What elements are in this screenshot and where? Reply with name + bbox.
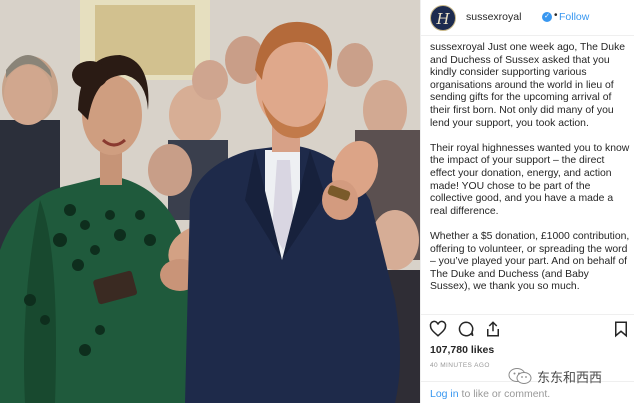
post-panel: H sussexroyal ✓ • Follow sussexroyal Jus… (420, 0, 634, 403)
comment-icon[interactable] (457, 320, 475, 338)
likes-count[interactable]: 107,780 likes (430, 344, 494, 356)
share-icon[interactable] (484, 320, 502, 338)
verified-badge-icon: ✓ (542, 12, 552, 22)
post-header: H sussexroyal ✓ • Follow (421, 0, 634, 36)
follow-button[interactable]: Follow (559, 11, 589, 23)
caption-author-link[interactable]: sussexroyal (430, 42, 485, 53)
avatar[interactable]: H (430, 5, 456, 31)
caption-paragraph-1: sussexroyal Just one week ago, The Duke … (430, 42, 630, 130)
watermark-text: 东东和西西 (537, 371, 603, 386)
separator-dot: • (554, 10, 558, 21)
post-actions: 107,780 likes 40 MINUTES AGO Log in to l… (421, 314, 634, 403)
login-prompt: Log in to like or comment. (430, 388, 550, 400)
post-timestamp[interactable]: 40 MINUTES AGO (430, 362, 490, 369)
heart-icon[interactable] (429, 320, 447, 338)
wechat-icon (508, 368, 532, 384)
login-link[interactable]: Log in (430, 388, 459, 400)
username-link[interactable]: sussexroyal (466, 11, 521, 23)
post-photo[interactable] (0, 0, 420, 403)
caption-paragraph-3: Whether a $5 donation, £1000 contributio… (430, 230, 630, 293)
royal-couple-photo (0, 0, 420, 403)
caption-paragraph-2: Their royal highnesses wanted you to kno… (430, 142, 630, 217)
caption-text-1: Just one week ago, The Duke and Duchess … (430, 42, 626, 129)
post-caption: sussexroyal Just one week ago, The Duke … (430, 42, 630, 306)
login-prompt-text: to like or comment. (458, 388, 551, 400)
bookmark-icon[interactable] (612, 320, 630, 338)
